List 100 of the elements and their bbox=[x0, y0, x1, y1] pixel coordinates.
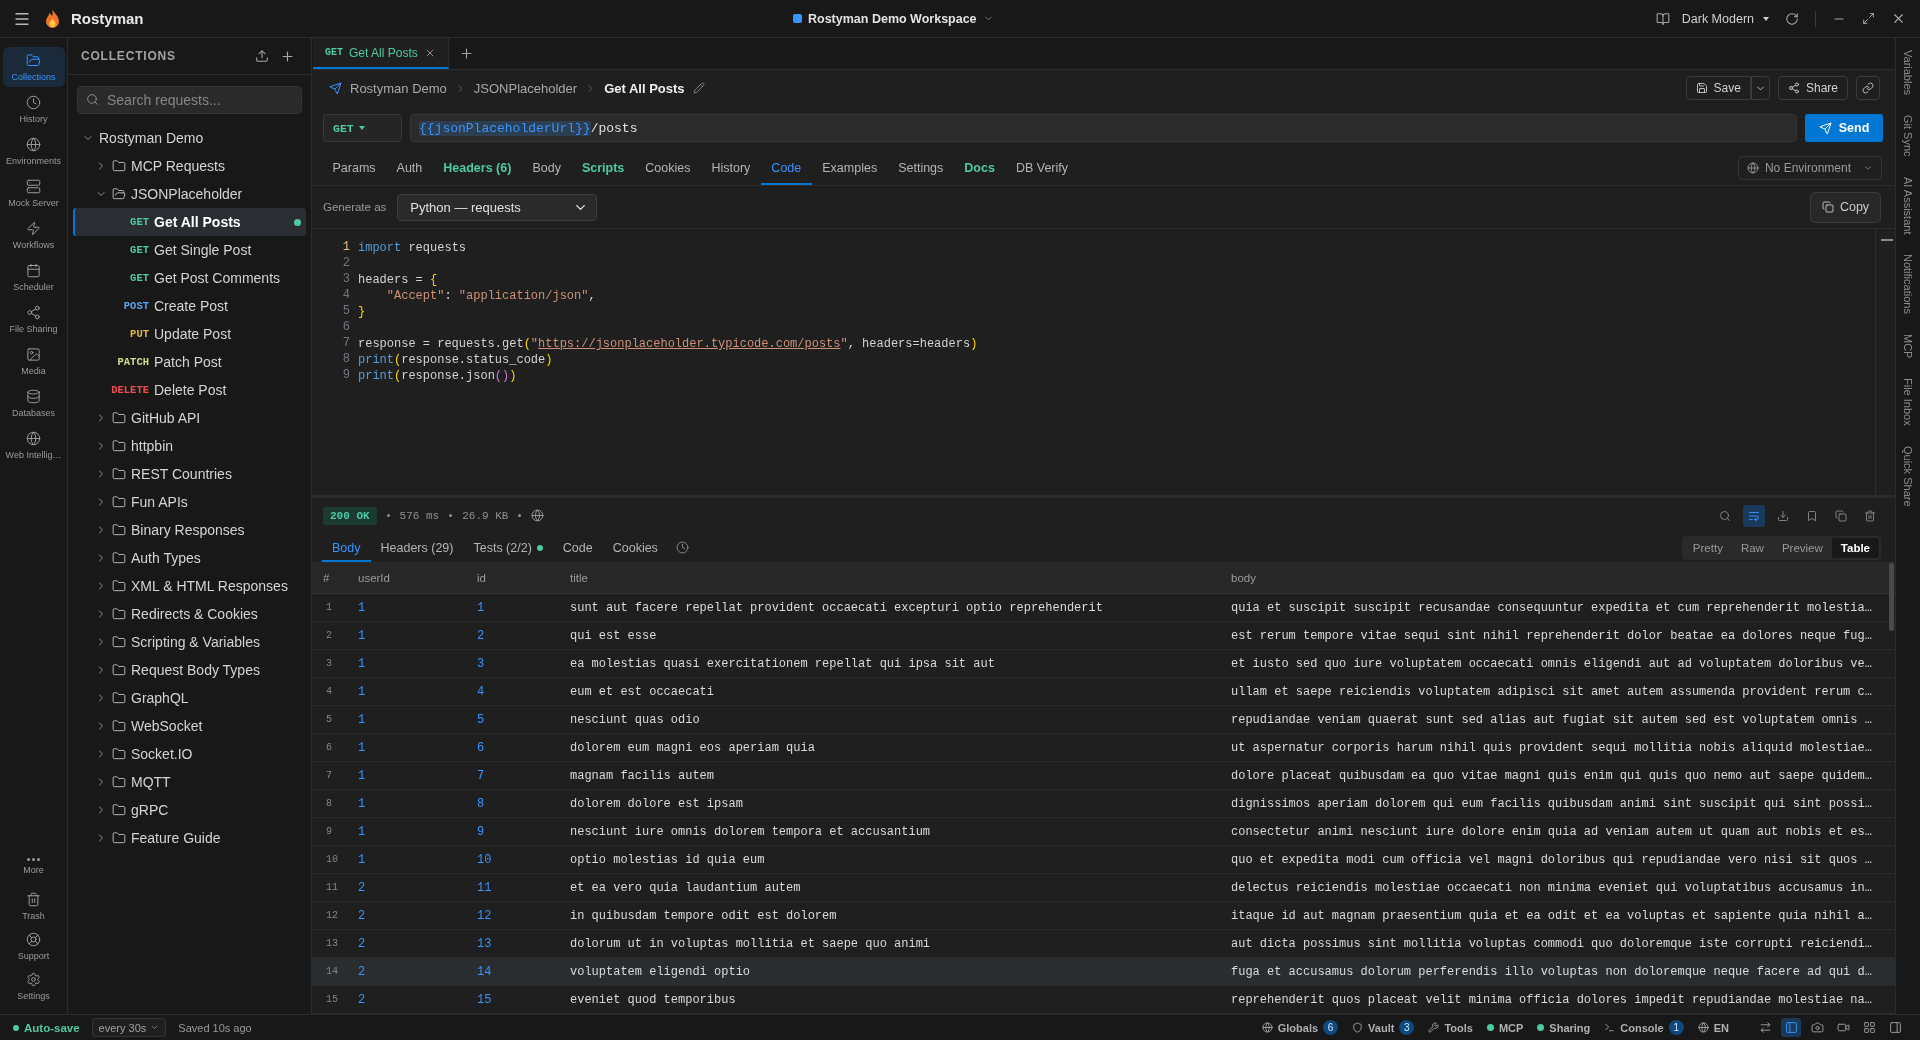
folder-item[interactable]: MQTT bbox=[73, 768, 306, 796]
tool-button[interactable] bbox=[1743, 504, 1765, 527]
language-select[interactable]: Python — requests bbox=[397, 193, 598, 221]
sidebar-nav-button[interactable]: Settings bbox=[2, 966, 65, 1006]
scrollbar[interactable] bbox=[1889, 563, 1894, 631]
section-tab[interactable]: Code bbox=[760, 150, 812, 185]
request-item[interactable]: PATCH Patch Post bbox=[73, 348, 306, 376]
status-bar-item[interactable]: Vault 3 bbox=[1352, 1020, 1415, 1035]
side-panel-tab[interactable]: Notifications bbox=[1902, 254, 1914, 315]
response-tab[interactable]: Headers (29) bbox=[370, 533, 464, 562]
upload-icon[interactable] bbox=[255, 49, 269, 63]
book-icon[interactable] bbox=[1655, 11, 1670, 26]
section-tab[interactable]: History bbox=[700, 150, 761, 185]
sidebar-nav-button[interactable]: Scheduler bbox=[2, 257, 65, 297]
sidebar-nav-button[interactable]: Collections bbox=[2, 47, 65, 87]
copy-link-button[interactable] bbox=[1856, 76, 1880, 100]
status-bar-item[interactable]: Globals 6 bbox=[1261, 1020, 1339, 1035]
request-item[interactable]: GET Get Single Post bbox=[73, 236, 306, 264]
folder-item[interactable]: MCP Requests bbox=[73, 152, 306, 180]
sidebar-nav-button[interactable]: Web Intellig… bbox=[2, 425, 65, 465]
folder-item[interactable]: Request Body Types bbox=[73, 656, 306, 684]
folder-item[interactable]: Fun APIs bbox=[73, 488, 306, 516]
theme-selector[interactable]: Dark Modern bbox=[1681, 11, 1769, 26]
pencil-icon[interactable] bbox=[692, 82, 705, 94]
method-select[interactable]: GET bbox=[323, 114, 402, 142]
folder-item[interactable]: Binary Responses bbox=[73, 516, 306, 544]
section-tab[interactable]: Examples bbox=[811, 150, 888, 185]
status-bar-item[interactable]: Sharing bbox=[1537, 1021, 1591, 1034]
section-tab[interactable]: Settings bbox=[887, 150, 954, 185]
status-bar-item[interactable]: MCP bbox=[1486, 1021, 1524, 1034]
close-icon[interactable] bbox=[1891, 11, 1906, 26]
status-bar-item[interactable]: EN bbox=[1697, 1021, 1729, 1034]
status-bar-item[interactable]: Console 1 bbox=[1604, 1020, 1684, 1035]
share-button[interactable]: Share bbox=[1777, 76, 1848, 100]
section-tab[interactable]: Body bbox=[521, 150, 572, 185]
side-panel-tab[interactable]: File Inbox bbox=[1902, 378, 1914, 427]
request-item[interactable]: DELETE Delete Post bbox=[73, 376, 306, 404]
sidebar-nav-button[interactable]: Support bbox=[2, 926, 65, 966]
sidebar-nav-button[interactable]: File Sharing bbox=[2, 299, 65, 339]
breadcrumb-item[interactable]: Rostyman Demo bbox=[350, 80, 447, 96]
view-toggle[interactable]: Raw bbox=[1731, 537, 1773, 558]
folder-item[interactable]: WebSocket bbox=[73, 712, 306, 740]
save-button[interactable]: Save bbox=[1685, 76, 1751, 100]
status-bar-item[interactable]: Tools bbox=[1428, 1021, 1473, 1034]
folder-item[interactable]: gRPC bbox=[73, 796, 306, 824]
send-button[interactable]: Send bbox=[1805, 114, 1883, 142]
section-tab[interactable]: Cookies bbox=[634, 150, 701, 185]
globe-icon[interactable] bbox=[531, 509, 545, 522]
request-item[interactable]: GET Get Post Comments bbox=[73, 264, 306, 292]
section-tab[interactable]: Docs bbox=[953, 150, 1006, 185]
response-tab[interactable]: Cookies bbox=[602, 533, 668, 562]
folder-item[interactable]: GraphQL bbox=[73, 684, 306, 712]
copy-button[interactable]: Copy bbox=[1810, 191, 1881, 223]
section-tab[interactable]: DB Verify bbox=[1005, 150, 1079, 185]
side-panel-tab[interactable]: Quick Share bbox=[1902, 446, 1914, 507]
side-panel-tab[interactable]: Git Sync bbox=[1902, 115, 1914, 157]
section-tab[interactable]: Auth bbox=[386, 150, 433, 185]
breadcrumb-item[interactable]: JSONPlaceholder bbox=[473, 80, 578, 96]
view-toggle[interactable]: Pretty bbox=[1683, 537, 1732, 558]
request-item[interactable]: GET Get All Posts bbox=[73, 208, 306, 236]
section-tab[interactable]: Headers (6) bbox=[432, 150, 522, 185]
folder-item[interactable]: Auth Types bbox=[73, 544, 306, 572]
interval-select[interactable]: every 30s bbox=[91, 1018, 167, 1037]
sidebar-nav-button[interactable]: Media bbox=[2, 341, 65, 381]
maximize-icon[interactable] bbox=[1862, 12, 1875, 25]
autosave-status[interactable]: Auto-save bbox=[13, 1021, 80, 1034]
clock-icon[interactable] bbox=[675, 541, 689, 554]
sidebar-nav-button[interactable]: More bbox=[2, 846, 65, 886]
sidebar-nav-button[interactable]: Mock Server bbox=[2, 173, 65, 213]
toggle-button[interactable] bbox=[1781, 1018, 1801, 1037]
side-panel-tab[interactable]: AI Assistant bbox=[1902, 176, 1914, 235]
request-item[interactable]: POST Create Post bbox=[73, 292, 306, 320]
folder-item[interactable]: REST Countries bbox=[73, 460, 306, 488]
view-toggle[interactable]: Table bbox=[1831, 537, 1879, 558]
folder-item[interactable]: Redirects & Cookies bbox=[73, 600, 306, 628]
request-tab[interactable]: GET Get All Posts bbox=[313, 38, 449, 69]
environment-select[interactable]: No Environment bbox=[1737, 155, 1882, 180]
folder-item[interactable]: GitHub API bbox=[73, 404, 306, 432]
refresh-icon[interactable] bbox=[1785, 11, 1799, 26]
search-field[interactable]: Search requests... bbox=[77, 86, 302, 114]
folder-item[interactable]: Feature Guide bbox=[73, 824, 306, 852]
section-tab[interactable]: Params bbox=[322, 150, 387, 185]
workspace-switcher[interactable]: Rostyman Demo Workspace bbox=[793, 11, 994, 26]
plus-icon[interactable] bbox=[458, 46, 474, 61]
folder-item[interactable]: XML & HTML Responses bbox=[73, 572, 306, 600]
sidebar-nav-button[interactable]: Trash bbox=[2, 886, 65, 926]
view-toggle[interactable]: Preview bbox=[1772, 537, 1832, 558]
sidebar-nav-button[interactable]: History bbox=[2, 89, 65, 129]
folder-item[interactable]: httpbin bbox=[73, 432, 306, 460]
response-tab[interactable]: Tests (2/2) bbox=[463, 533, 553, 562]
folder-item[interactable]: Scripting & Variables bbox=[73, 628, 306, 656]
section-tab[interactable]: Scripts bbox=[571, 150, 635, 185]
collection-item[interactable]: Rostyman Demo bbox=[73, 124, 306, 152]
request-item[interactable]: PUT Update Post bbox=[73, 320, 306, 348]
url-input[interactable]: {{jsonPlaceholderUrl}}/posts bbox=[410, 114, 1797, 142]
side-panel-tab[interactable]: MCP bbox=[1902, 334, 1914, 359]
folder-item[interactable]: JSONPlaceholder bbox=[73, 180, 306, 208]
sidebar-nav-button[interactable]: Workflows bbox=[2, 215, 65, 255]
sidebar-nav-button[interactable]: Environments bbox=[2, 131, 65, 171]
side-panel-tab[interactable]: Variables bbox=[1902, 50, 1914, 96]
